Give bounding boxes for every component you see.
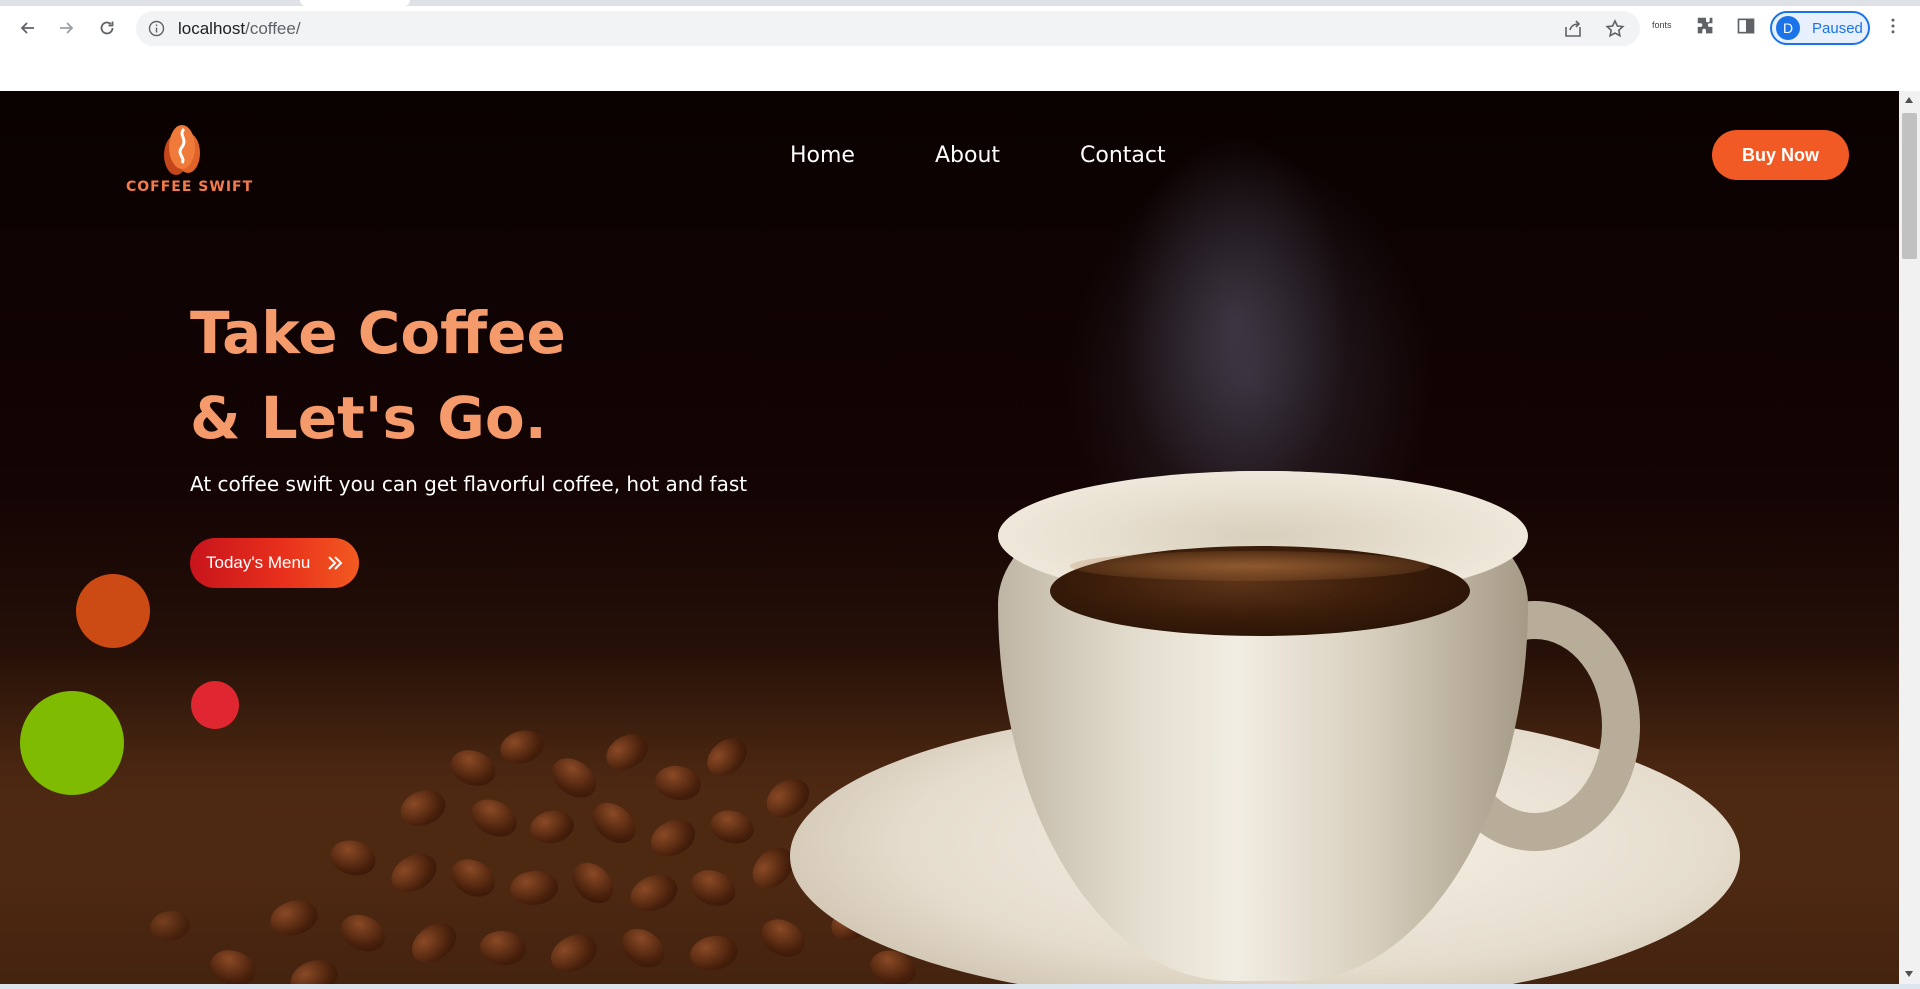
- profile-status: Paused: [1812, 20, 1863, 37]
- headline-line-2: & Let's Go.: [190, 384, 547, 452]
- todays-menu-label: Today's Menu: [206, 553, 311, 572]
- double-chevron-right-icon: [328, 556, 343, 570]
- nav-link-about[interactable]: About: [935, 143, 1000, 168]
- headline-line-1: Take Coffee: [190, 299, 566, 367]
- tab-strip: [0, 0, 1920, 6]
- hero-subtext: At coffee swift you can get flavorful co…: [190, 472, 748, 496]
- url-host: localhost: [178, 19, 246, 38]
- puzzle-icon: [1697, 17, 1713, 34]
- share-icon[interactable]: [1562, 18, 1584, 40]
- browser-menu-button[interactable]: [1881, 14, 1905, 38]
- info-icon[interactable]: [148, 20, 165, 37]
- nav-link-contact[interactable]: Contact: [1080, 143, 1166, 168]
- address-bar[interactable]: localhost/coffee/: [136, 11, 1640, 46]
- forward-button[interactable]: [50, 12, 82, 44]
- scroll-down-arrow-icon[interactable]: [1905, 971, 1913, 977]
- reload-icon: [100, 21, 114, 35]
- scroll-up-arrow-icon[interactable]: [1905, 97, 1913, 103]
- url-path: /coffee/: [245, 19, 301, 38]
- arrow-left-icon: [20, 22, 34, 34]
- side-panel-icon: [1737, 18, 1755, 34]
- extensions-button[interactable]: [1694, 14, 1718, 38]
- kebab-menu-icon: [1891, 18, 1895, 34]
- browser-toolbar: localhost/coffee/ fonts D Paused: [0, 0, 1920, 56]
- bookmark-star-icon[interactable]: [1604, 18, 1626, 40]
- page-scrollbar[interactable]: [1899, 91, 1920, 984]
- fonts-extension[interactable]: fonts: [1652, 20, 1672, 30]
- steam-decoration: [1120, 131, 1350, 511]
- coffee-crema: [1070, 551, 1430, 581]
- profile-button[interactable]: D Paused: [1770, 11, 1870, 45]
- back-button[interactable]: [12, 12, 44, 44]
- profile-avatar: D: [1776, 16, 1800, 40]
- nav-link-home[interactable]: Home: [790, 143, 855, 168]
- main-navigation: Home About Contact: [790, 143, 1166, 168]
- arrow-right-icon: [60, 22, 74, 34]
- brand-name[interactable]: COFFEE SWIFT: [126, 179, 253, 195]
- window-bottom-edge: [0, 984, 1920, 989]
- hero-section: COFFEE SWIFT Home About Contact Buy Now …: [0, 91, 1899, 984]
- url-text[interactable]: localhost/coffee/: [178, 19, 301, 39]
- active-tab[interactable]: [300, 0, 410, 6]
- decorative-green-circle: [20, 691, 124, 795]
- todays-menu-button[interactable]: Today's Menu: [190, 538, 359, 588]
- hero-headline: Take Coffee & Let's Go.: [190, 291, 566, 461]
- buy-now-button[interactable]: Buy Now: [1712, 130, 1849, 180]
- coffee-bean-logo-icon[interactable]: [124, 115, 244, 185]
- side-panel-button[interactable]: [1734, 14, 1758, 38]
- decorative-orange-circle: [76, 574, 150, 648]
- scrollbar-thumb[interactable]: [1902, 113, 1917, 259]
- reload-button[interactable]: [91, 12, 123, 44]
